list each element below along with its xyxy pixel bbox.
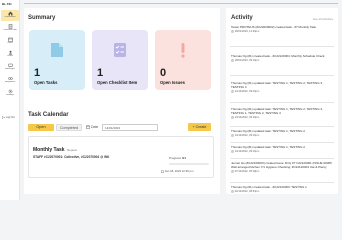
logout-button[interactable]: Log Out [2, 116, 15, 119]
open-tasks-card[interactable]: 1 Open Tasks [29, 30, 85, 90]
sidebar-item-label: Messages [5, 68, 15, 70]
activity-item: Jennet Ho (#C22100003) created issue: Di… [230, 161, 334, 183]
activity-text: Tester PROTEUS (#C22000002) created task… [231, 25, 316, 29]
activity-time: 18/01/2023, 09:19pm [230, 59, 334, 62]
sidebar-item-label: Users [7, 55, 13, 57]
calendar-icon [161, 170, 164, 173]
activity-title: Activity [231, 15, 253, 21]
accent-line [24, 3, 338, 4]
sidebar-item-users[interactable]: Users [1, 49, 19, 60]
tab-open[interactable]: Open [28, 124, 54, 131]
sidebar-item-label: Checklist Item [3, 29, 17, 31]
activity-item: Tester PROTEUS (#C22000002) created task… [230, 25, 334, 47]
activity-time-text: 18/01/2023, 12:39pm [234, 30, 260, 34]
activity-time: 13/12/2022, 09:16pm [230, 134, 334, 137]
card-count: 1 [34, 67, 41, 79]
clock-icon [231, 116, 234, 119]
sidebar-item-label: Integration [4, 81, 16, 83]
card-label: Open Issues [160, 80, 185, 85]
activity-text: Thomas Ng (#1) updated task: TESTING 1, … [231, 145, 305, 149]
activity-time-text: 13/12/2022, 09:16pm [234, 134, 260, 138]
activity-time: 13/12/2022, 09:16pm [230, 150, 334, 153]
progress-value: 0/1 [181, 156, 187, 160]
activity-text: Thomas Ng (#1) created task - #C22120003… [231, 185, 307, 189]
activity-item: Thomas Ng (#1) created task - #C22120003… [230, 185, 334, 194]
activity-time: 13/12/2022, 09:16pm [230, 116, 334, 119]
sidebar-item-settings[interactable]: Settings [1, 88, 19, 99]
clock-icon [231, 30, 234, 33]
activity-item: Thomas Ng (#1) updated task: TESTING 1, … [230, 145, 334, 159]
document-icon [51, 43, 63, 57]
create-button[interactable]: + Create [188, 123, 211, 131]
activity-text: Thomas Ng (#1) updated task: TESTING 1, … [231, 81, 323, 89]
open-issues-card[interactable]: 0 Open Issues [155, 30, 211, 90]
activity-time: 07/12/2022, 05:18pm [230, 170, 334, 173]
summary-title: Summary [28, 15, 56, 21]
main-panel: Summary 1 Open Tasks 1 Open Checklist It… [24, 8, 220, 194]
activity-time-text: 13/12/2022, 09:16pm [234, 90, 260, 94]
progress-text: Progress [169, 156, 182, 160]
sidebar-item-label: Tasks [7, 42, 13, 44]
activity-item: Thomas Ng (#1) updated task: TESTING 1, … [230, 129, 334, 143]
clock-icon [231, 134, 234, 137]
sidebar-item-label: Dashboard [4, 16, 16, 18]
top-bar [20, 0, 342, 5]
clock-icon [231, 190, 234, 193]
card-label: Open Checklist Item [97, 80, 138, 85]
activity-time-text: 13/12/2022, 09:16pm [234, 116, 260, 120]
clock-icon [231, 170, 234, 173]
task-card[interactable]: Monthly Task Repeat STAFF #C22070001: Co… [28, 136, 214, 178]
clock-icon [231, 150, 234, 153]
see-all-link[interactable]: See all Activities [313, 17, 333, 21]
activity-text: Jennet Ho (#C22100003) created issue: Di… [231, 161, 332, 169]
task-date: Jan 18, 2023 12:39 pm [161, 169, 193, 173]
activity-text: Thomas Ng (#1) created task - #C22120004… [231, 54, 325, 58]
activity-time-text: 02/12/2022, 08:54pm [234, 190, 260, 194]
task-title: Monthly Task [33, 147, 65, 153]
app-root: BL.TEI Dashboard Checklist Item Tasks Us… [0, 0, 342, 200]
card-count: 0 [160, 67, 167, 79]
progress-label: Progress 0/1 [169, 156, 186, 160]
exclamation-icon [181, 43, 185, 58]
card-label: Open Tasks [34, 80, 58, 85]
activity-time-text: 07/12/2022, 05:18pm [234, 170, 260, 174]
calendar-icon [86, 125, 90, 129]
activity-text: Thomas Ng (#1) updated task: TESTING 1, … [231, 129, 305, 133]
sidebar-item-tasks[interactable]: Tasks [1, 36, 19, 47]
sidebar-item-label: Settings [6, 94, 14, 96]
task-calendar-title: Task Calendar [28, 112, 69, 118]
task-tag: Repeat [67, 148, 77, 152]
task-date-text: Jan 18, 2023 12:39 pm [164, 169, 194, 173]
logout-icon [2, 116, 5, 119]
clock-icon [231, 59, 234, 62]
activity-time: 18/01/2023, 12:39pm [230, 30, 334, 33]
sidebar-item-messages[interactable]: Messages [1, 62, 19, 73]
logout-label: Log Out [5, 116, 15, 120]
sidebar-item-checklist[interactable]: Checklist Item [1, 23, 19, 34]
tab-completed[interactable]: Completed [56, 124, 82, 131]
activity-item: Thomas Ng (#1) updated task: TESTING 1, … [230, 107, 334, 127]
activity-panel: Activity See all Activities Tester PROTE… [226, 8, 338, 194]
task-subtitle: STAFF #C22070001: Collective, #C22070004… [33, 155, 110, 159]
sidebar-item-dashboard[interactable]: Dashboard [1, 10, 19, 21]
open-checklist-card[interactable]: 1 Open Checklist Item [92, 30, 148, 90]
card-count: 1 [97, 67, 104, 79]
sidebar-item-integration[interactable]: Integration [1, 75, 19, 86]
date-label: Date [90, 125, 99, 129]
brand-logo: BL.TEI [2, 2, 12, 6]
activity-text: Thomas Ng (#1) updated task: TESTING 1, … [231, 107, 323, 115]
activity-time: 02/12/2022, 08:54pm [230, 190, 334, 193]
sidebar: BL.TEI Dashboard Checklist Item Tasks Us… [0, 0, 20, 200]
activity-item: Thomas Ng (#1) updated task: TESTING 1, … [230, 81, 334, 103]
clock-icon [231, 90, 234, 93]
activity-time: 13/12/2022, 09:16pm [230, 90, 334, 93]
activity-item: Thomas Ng (#1) created task - #C22120004… [230, 54, 334, 76]
date-filter: Date [86, 124, 98, 131]
date-input[interactable]: 14/01/2023 [102, 124, 158, 131]
progress-bar [169, 163, 209, 165]
checklist-icon [114, 43, 126, 57]
activity-time-text: 13/12/2022, 09:16pm [234, 150, 260, 154]
activity-time-text: 18/01/2023, 09:19pm [234, 59, 260, 63]
